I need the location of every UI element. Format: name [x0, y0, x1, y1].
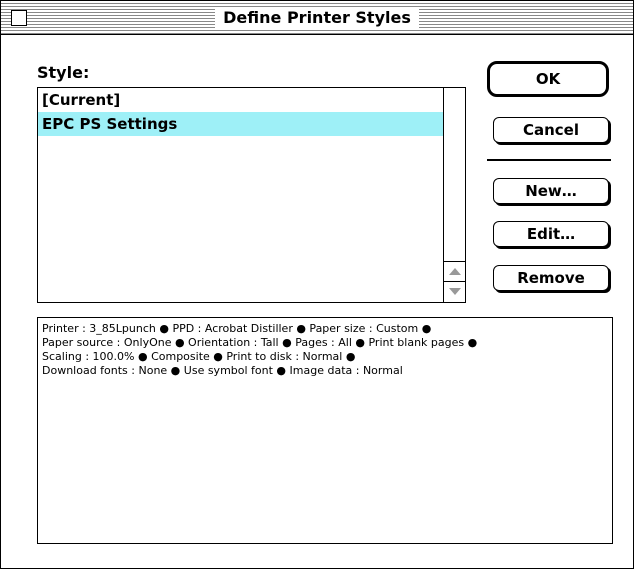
cancel-button[interactable]: Cancel — [493, 117, 609, 143]
edit-button[interactable]: Edit… — [493, 221, 609, 247]
list-item-epc-ps-settings[interactable]: EPC PS Settings — [38, 112, 443, 136]
scroll-up-button[interactable] — [444, 261, 465, 282]
button-separator — [487, 159, 611, 161]
new-button[interactable]: New… — [493, 178, 609, 204]
scroll-down-button[interactable] — [444, 281, 465, 302]
list-scrollbar[interactable] — [443, 88, 465, 302]
down-arrow-icon — [449, 288, 461, 295]
style-list[interactable]: [Current] EPC PS Settings — [37, 87, 466, 303]
summary-line: Scaling : 100.0% ● Composite ● Print to … — [42, 350, 356, 363]
ok-button[interactable]: OK — [487, 61, 609, 97]
list-item-current[interactable]: [Current] — [38, 88, 443, 112]
summary-line: Printer : 3_85Lpunch ● PPD : Acrobat Dis… — [42, 322, 432, 335]
dialog-title: Define Printer Styles — [215, 8, 419, 28]
style-label: Style: — [37, 63, 90, 82]
define-printer-styles-dialog: Define Printer Styles Style: [Current] E… — [0, 0, 634, 569]
up-arrow-icon — [449, 268, 461, 275]
summary-line: Paper source : OnlyOne ● Orientation : T… — [42, 336, 478, 349]
remove-button[interactable]: Remove — [493, 265, 609, 291]
title-bar[interactable]: Define Printer Styles — [1, 1, 633, 35]
style-summary-box: Printer : 3_85Lpunch ● PPD : Acrobat Dis… — [37, 317, 613, 544]
summary-line: Download fonts : None ● Use symbol font … — [42, 364, 403, 377]
